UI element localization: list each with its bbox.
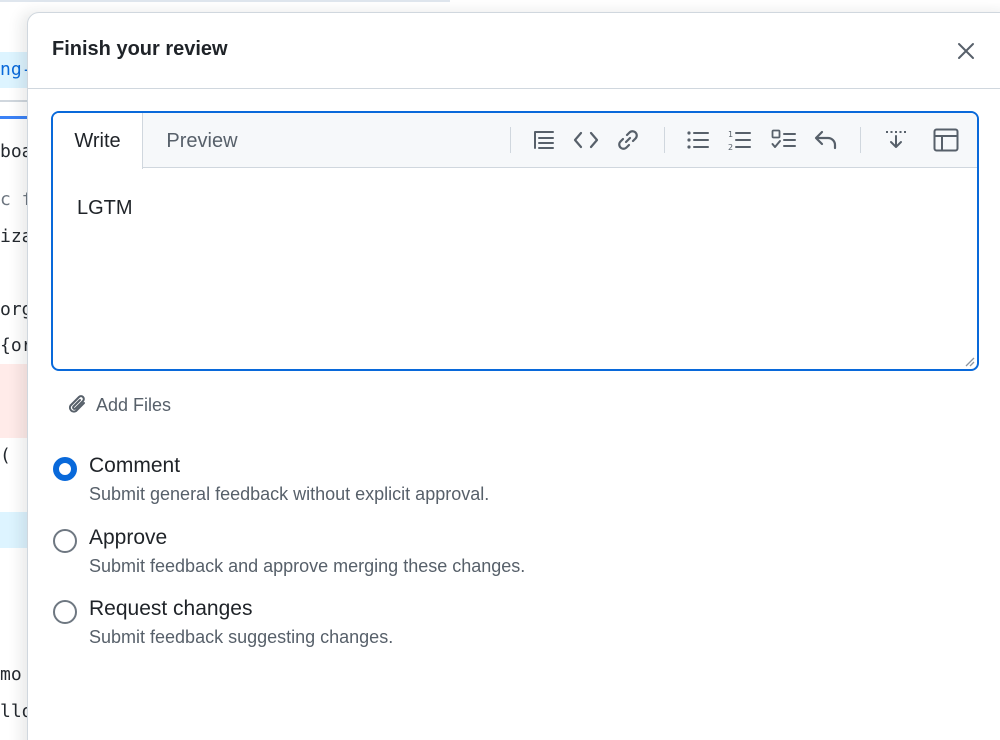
tab-preview[interactable]: Preview [143, 113, 261, 169]
code-button[interactable] [569, 123, 603, 157]
resize-handle[interactable] [963, 355, 975, 367]
ordered-list-icon: 1 2 [728, 130, 751, 151]
dialog-header: Finish your review [28, 13, 1000, 89]
radio-approve[interactable] [53, 529, 77, 553]
option-description: Submit general feedback without explicit… [89, 484, 490, 504]
reply-icon [814, 130, 837, 150]
toolbar-divider [860, 127, 861, 153]
review-option-comment[interactable]: Comment Submit general feedback without … [51, 454, 751, 510]
comment-textarea[interactable]: LGTM [77, 197, 133, 220]
radio-request-changes[interactable] [53, 600, 77, 624]
heading-icon [534, 131, 554, 149]
unordered-list-button[interactable] [681, 123, 715, 157]
editor-toolbar: Write Preview 1 2 [53, 113, 977, 169]
table-icon [933, 128, 959, 152]
heading-button[interactable] [527, 123, 561, 157]
paperclip-icon [68, 395, 85, 413]
reply-button[interactable] [809, 123, 843, 157]
task-list-icon [771, 129, 796, 148]
svg-text:1: 1 [728, 130, 733, 139]
ordered-list-button[interactable]: 1 2 [723, 123, 757, 157]
link-icon [618, 130, 638, 150]
toolbar-divider [664, 127, 665, 153]
option-title: Comment [89, 454, 181, 477]
finish-review-dialog: Finish your review Write Preview 1 2 LGT… [27, 12, 1000, 740]
unordered-list-icon [687, 131, 709, 149]
close-button[interactable] [952, 37, 980, 65]
tab-write[interactable]: Write [53, 113, 143, 169]
radio-comment[interactable] [53, 457, 77, 481]
task-list-button[interactable] [767, 123, 801, 157]
insert-below-icon [886, 131, 906, 148]
svg-text:2: 2 [728, 143, 733, 151]
close-icon [958, 43, 974, 59]
option-description: Submit feedback and approve merging thes… [89, 556, 526, 576]
option-title: Approve [89, 526, 168, 549]
review-option-request-changes[interactable]: Request changes Submit feedback suggesti… [51, 597, 751, 653]
option-title: Request changes [89, 597, 253, 620]
insert-below-button[interactable] [879, 123, 913, 157]
table-button[interactable] [929, 123, 963, 157]
background-topbar [0, 0, 450, 2]
comment-editor: Write Preview 1 2 LGTM [51, 111, 979, 371]
toolbar-divider [510, 127, 511, 153]
option-description: Submit feedback suggesting changes. [89, 627, 394, 647]
dialog-title: Finish your review [52, 38, 228, 60]
link-button[interactable] [611, 123, 645, 157]
review-option-approve[interactable]: Approve Submit feedback and approve merg… [51, 526, 751, 582]
add-files-button[interactable]: Add Files [66, 391, 171, 419]
add-files-label: Add Files [96, 394, 172, 415]
code-icon [573, 131, 599, 149]
